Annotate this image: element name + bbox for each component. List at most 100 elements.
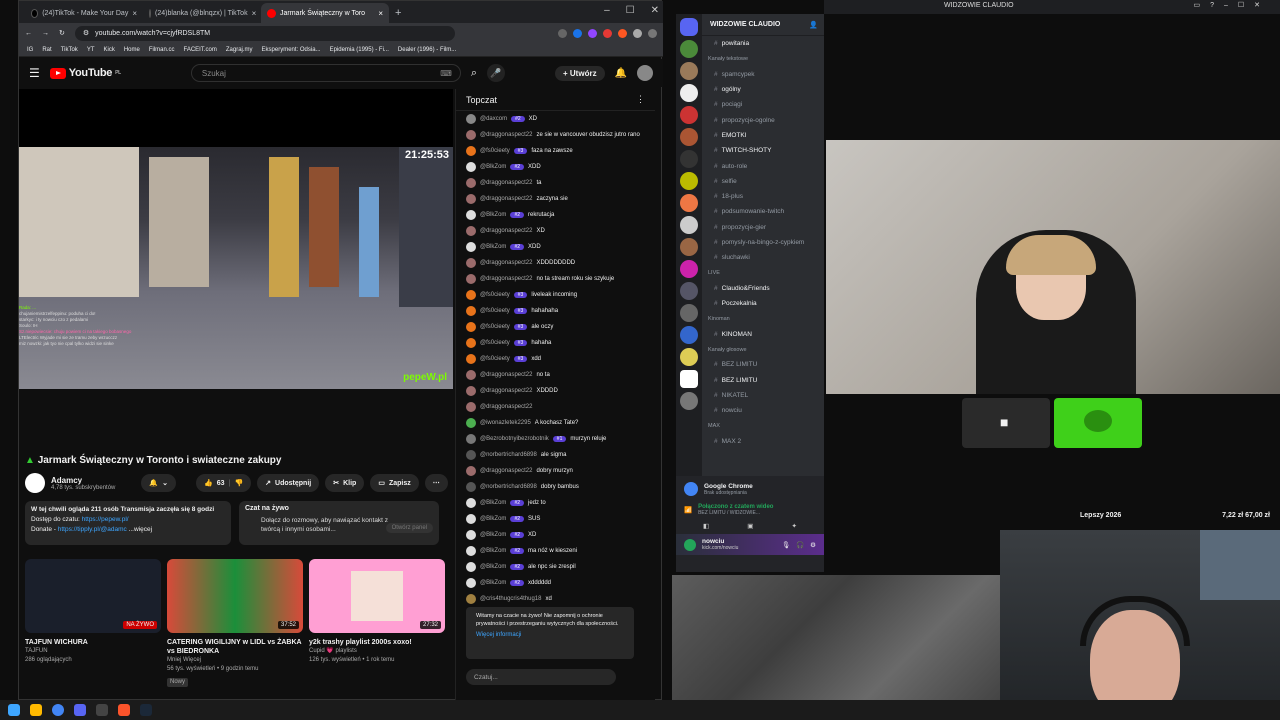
close-icon[interactable]: × — [378, 9, 383, 18]
close-icon[interactable]: × — [252, 9, 257, 18]
bookmark[interactable]: Epidemia (1995) - Fi... — [330, 47, 389, 53]
add-user-icon[interactable]: 👤 — [809, 21, 818, 29]
server-icon[interactable] — [680, 106, 698, 124]
twitch-icon[interactable] — [588, 28, 597, 38]
channel-item[interactable]: # auto-role — [702, 158, 824, 173]
avatar[interactable] — [466, 130, 476, 140]
maximize-icon[interactable]: ☐ — [626, 5, 635, 16]
avatar[interactable] — [466, 562, 476, 572]
server-icon[interactable] — [680, 370, 698, 388]
bookmark[interactable]: Zagraj.my — [226, 47, 253, 53]
chat-username[interactable]: @fs0cieety — [480, 356, 510, 362]
brave-icon[interactable] — [118, 704, 130, 716]
channel-item[interactable]: # BEZ LIMITU — [702, 373, 824, 388]
avatar[interactable] — [466, 306, 476, 316]
bookmark[interactable]: Dealer (1996) - Film... — [398, 47, 456, 53]
avatar[interactable] — [466, 514, 476, 524]
avatar[interactable] — [466, 530, 476, 540]
description-link[interactable]: https://tipply.pl/@adamc — [58, 526, 127, 533]
chat-username[interactable]: @draggonaspect22 — [480, 468, 532, 474]
minimize-icon[interactable]: – — [604, 5, 610, 16]
youtube-logo[interactable]: YouTube PL — [49, 67, 121, 79]
window-controls[interactable]: ▭?–☐✕ — [1193, 1, 1270, 9]
chrome-icon[interactable] — [52, 704, 64, 716]
chat-username[interactable]: @draggonaspect22 — [480, 132, 532, 138]
description-link[interactable]: https://pepew.pl/ — [82, 516, 129, 523]
bookmark[interactable]: YT — [87, 47, 95, 53]
chat-username[interactable]: @draggonaspect22 — [480, 260, 532, 266]
forward-icon[interactable]: → — [42, 30, 49, 37]
chat-username[interactable]: @iwonazletek2295 — [480, 420, 531, 426]
more-info-link[interactable]: Więcej informacji — [476, 632, 624, 640]
channel-item[interactable]: # ogólny — [702, 82, 824, 97]
bookmark[interactable]: FACEIT.com — [184, 47, 217, 53]
keyboard-icon[interactable]: ⌨ — [440, 69, 452, 78]
new-tab-button[interactable]: + — [389, 3, 407, 23]
channel-item[interactable]: # KINOMAN — [702, 327, 824, 342]
chat-username[interactable]: @draggonaspect22 — [480, 180, 532, 186]
channel-item[interactable]: # selfie — [702, 174, 824, 189]
recommendation-card[interactable]: 27:32 y2k trashy playlist 2000s xoxo! Cu… — [309, 559, 445, 665]
server-icon[interactable] — [680, 348, 698, 366]
create-button[interactable]: + Utwórz — [555, 65, 605, 81]
channel-item[interactable]: # pociągi — [702, 97, 824, 112]
avatar[interactable] — [466, 450, 476, 460]
avatar[interactable] — [466, 370, 476, 380]
server-icon[interactable] — [680, 282, 698, 300]
chat-username[interactable]: @draggonaspect22 — [480, 228, 532, 234]
channel-item[interactable]: # nowciu — [702, 403, 824, 418]
chat-username[interactable]: @draggonaspect22 — [480, 276, 532, 282]
screen-share-row[interactable]: Google Chrome Brak udostępniania — [676, 476, 824, 502]
chat-username[interactable]: @BlkZom — [480, 244, 506, 250]
chat-username[interactable]: @fs0cieety — [480, 308, 510, 314]
avatar[interactable] — [466, 498, 476, 508]
server-icon[interactable] — [680, 326, 698, 344]
avatar[interactable] — [466, 242, 476, 252]
server-icon[interactable] — [680, 150, 698, 168]
headphones-icon[interactable]: 🎧 — [796, 541, 804, 549]
chat-username[interactable]: @norbertrichard6898 — [480, 484, 537, 490]
video-player[interactable]: 21:25:53 Rada: ... chujaniemistrzelfeppin… — [19, 89, 453, 389]
channel-item[interactable]: # Poczekalnia — [702, 296, 824, 311]
avatar[interactable] — [466, 578, 476, 588]
recommendation-card[interactable]: 37:52 CATERING WIGILIJNY w LIDL vs ŻABKA… — [167, 559, 303, 687]
avatar[interactable] — [466, 162, 476, 172]
server-icon[interactable] — [680, 304, 698, 322]
like-button[interactable]: 👍 63 | 👎 — [195, 474, 252, 492]
avatar[interactable] — [466, 594, 476, 604]
avatar[interactable] — [466, 290, 476, 300]
obs-icon[interactable] — [96, 704, 108, 716]
channel-item[interactable]: # powitania — [702, 36, 824, 51]
chat-username[interactable]: @fs0cieety — [480, 340, 510, 346]
avatar[interactable] — [637, 65, 654, 81]
avatar[interactable] — [466, 274, 476, 284]
chat-username[interactable]: @BlkZom — [480, 164, 506, 170]
channel-item[interactable]: # spamcypek — [702, 67, 824, 82]
avatar[interactable] — [466, 114, 476, 124]
tab-youtube[interactable]: Jarmark Świąteczny w Toro × — [261, 3, 389, 23]
server-icon[interactable] — [680, 260, 698, 278]
more-vert-icon[interactable]: ⋮ — [636, 94, 645, 105]
channel-item[interactable]: # NIKATEL — [702, 388, 824, 403]
activity-icon[interactable]: ✦ — [792, 522, 797, 530]
close-icon[interactable]: × — [132, 9, 137, 18]
steam-icon[interactable] — [140, 704, 152, 716]
close-window-icon[interactable]: ✕ — [651, 5, 659, 16]
avatar[interactable] — [684, 538, 696, 551]
avatar[interactable] — [466, 178, 476, 188]
chat-username[interactable]: @draggonaspect22 — [480, 372, 532, 378]
channel-category[interactable]: Kanały głosowe — [702, 342, 824, 357]
mic-icon[interactable]: 🎤 — [487, 64, 505, 82]
more-link[interactable]: ...więcej — [129, 526, 152, 533]
bookmark[interactable]: Rat — [42, 47, 51, 53]
channel-item[interactable]: # propozycje-gier — [702, 220, 824, 235]
adblock-icon[interactable] — [603, 28, 612, 38]
more-icon[interactable]: ⋯ — [424, 474, 448, 492]
channel-item[interactable]: # TWITCH-SHOTY — [702, 143, 824, 158]
avatar[interactable] — [466, 466, 476, 476]
channel-item[interactable]: # Claudio&Friends — [702, 281, 824, 296]
channel-item[interactable]: # pomysly-na-bingo-z-cypkiem — [702, 235, 824, 250]
channel-item[interactable]: # MAX 2 — [702, 434, 824, 449]
description-box[interactable]: W tej chwili ogląda 211 osób Transmisja … — [25, 501, 231, 545]
subscribe-bell-button[interactable]: 🔔 ⌄ — [141, 474, 176, 492]
